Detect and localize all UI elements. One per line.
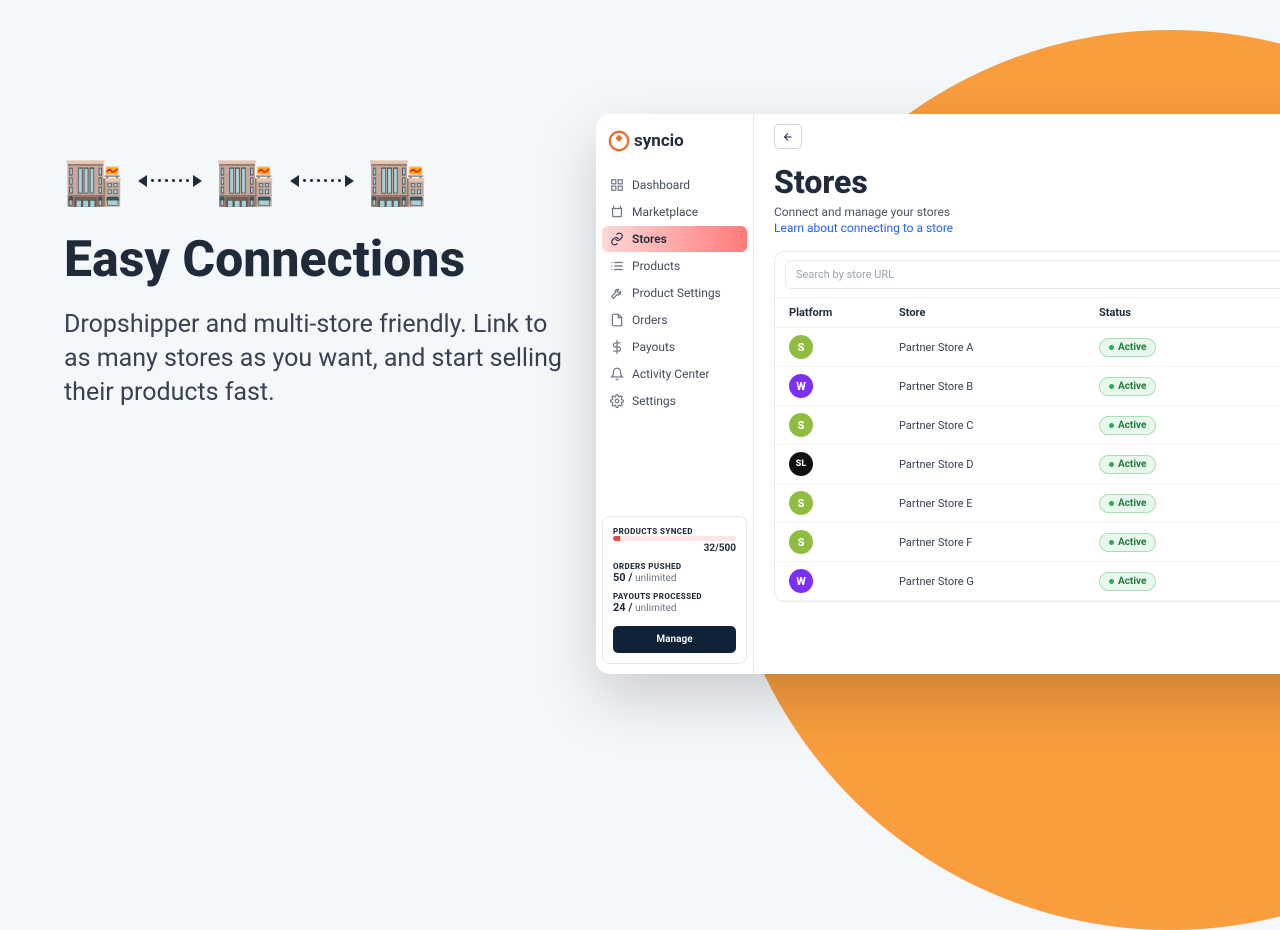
payouts-processed-label: PAYOUTS PROCESSED — [613, 592, 736, 601]
payouts-processed-value: 24 / unlimited — [613, 601, 736, 614]
page-icon — [610, 313, 624, 327]
back-button[interactable] — [774, 124, 802, 149]
sidebar-item-label: Product Settings — [632, 286, 721, 300]
platform-badge: SL — [789, 452, 813, 476]
col-store: Store — [885, 298, 1085, 328]
sidebar-item-payouts[interactable]: Payouts — [602, 334, 747, 360]
status-badge: Active — [1099, 377, 1156, 396]
sidebar-item-label: Stores — [632, 232, 667, 246]
manage-button[interactable]: Manage — [613, 626, 736, 653]
main-content: Stores Connect and manage your stores Le… — [754, 114, 1280, 674]
sidebar-nav: Dashboard Marketplace Stores Products Produc… — [602, 172, 747, 414]
store-icon: 🏬 — [64, 152, 124, 209]
sidebar-item-settings[interactable]: Settings — [602, 388, 747, 414]
page-subtitle: Connect and manage your stores — [774, 205, 1280, 219]
link-icon — [610, 232, 624, 246]
marketing-title: Easy Connections — [64, 233, 574, 288]
store-name: Partner Store C — [885, 406, 1085, 445]
table-row[interactable]: S Partner Store C Active — [775, 406, 1280, 445]
platform-badge: S — [789, 491, 813, 515]
status-badge: Active — [1099, 494, 1156, 513]
triangle-left-icon — [138, 175, 147, 187]
sidebar-item-label: Settings — [632, 394, 676, 408]
platform-badge: W — [789, 374, 813, 398]
table-row[interactable]: S Partner Store E Active — [775, 484, 1280, 523]
orders-pushed-value: 50 / unlimited — [613, 571, 736, 584]
sidebar-item-label: Payouts — [632, 340, 675, 354]
store-name: Partner Store B — [885, 367, 1085, 406]
status-badge: Active — [1099, 533, 1156, 552]
stores-table: PlatformStoreStatusAssign S Partner Store… — [775, 297, 1280, 601]
platform-badge: W — [789, 569, 813, 593]
table-row[interactable]: W Partner Store G Active — [775, 562, 1280, 601]
grid-icon — [610, 178, 624, 192]
products-synced-progress — [613, 536, 736, 541]
store-name: Partner Store D — [885, 445, 1085, 484]
store-emoji-row: 🏬 🏬 🏬 — [64, 152, 574, 209]
status-badge: Active — [1099, 572, 1156, 591]
sidebar-item-label: Marketplace — [632, 205, 698, 219]
store-name: Partner Store A — [885, 328, 1085, 367]
syncio-logo-icon — [608, 130, 630, 152]
sidebar-item-label: Activity Center — [632, 367, 709, 381]
list-icon — [610, 259, 624, 273]
products-synced-value: 32/500 — [613, 543, 736, 554]
bag-icon — [610, 205, 624, 219]
logo-text: syncio — [634, 131, 684, 151]
col-status: Status — [1085, 298, 1264, 328]
col-platform: Platform — [775, 298, 885, 328]
bell-icon — [610, 367, 624, 381]
products-synced-label: PRODUCTS SYNCED — [613, 527, 736, 536]
orders-pushed-label: ORDERS PUSHED — [613, 562, 736, 571]
platform-badge: S — [789, 530, 813, 554]
store-name: Partner Store F — [885, 523, 1085, 562]
connector-dots — [138, 175, 202, 187]
marketing-body: Dropshipper and multi-store friendly. Li… — [64, 308, 574, 410]
marketing-panel: 🏬 🏬 🏬 Easy Connections Dropshipper and m… — [64, 152, 574, 410]
table-row[interactable]: W Partner Store B Active — [775, 367, 1280, 406]
learn-link[interactable]: Learn about connecting to a store — [774, 221, 1280, 235]
table-row[interactable]: S Partner Store A Active — [775, 328, 1280, 367]
connector-dots — [290, 175, 354, 187]
sidebar-item-orders[interactable]: Orders — [602, 307, 747, 333]
platform-badge: S — [789, 413, 813, 437]
search-input[interactable] — [785, 260, 1280, 289]
triangle-right-icon — [345, 175, 354, 187]
sidebar-item-stores[interactable]: Stores — [602, 226, 747, 252]
stores-panel: PlatformStoreStatusAssign S Partner Store… — [774, 251, 1280, 602]
sidebar-item-activity-center[interactable]: Activity Center — [602, 361, 747, 387]
store-name: Partner Store E — [885, 484, 1085, 523]
sidebar-item-label: Products — [632, 259, 680, 273]
col-assign: Assign — [1264, 298, 1280, 328]
logo: syncio — [602, 124, 747, 166]
triangle-left-icon — [290, 175, 299, 187]
wrench-icon — [610, 286, 624, 300]
table-row[interactable]: SL Partner Store D Active — [775, 445, 1280, 484]
store-name: Partner Store G — [885, 562, 1085, 601]
dollar-icon — [610, 340, 624, 354]
status-badge: Active — [1099, 338, 1156, 357]
platform-badge: S — [789, 335, 813, 359]
app-window: syncio Dashboard Marketplace Stores Product… — [596, 114, 1280, 674]
sidebar-item-product-settings[interactable]: Product Settings — [602, 280, 747, 306]
sidebar: syncio Dashboard Marketplace Stores Product… — [596, 114, 754, 674]
triangle-right-icon — [193, 175, 202, 187]
sidebar-item-dashboard[interactable]: Dashboard — [602, 172, 747, 198]
sidebar-item-label: Dashboard — [632, 178, 690, 192]
status-badge: Active — [1099, 455, 1156, 474]
arrow-left-icon — [782, 131, 794, 143]
sidebar-item-products[interactable]: Products — [602, 253, 747, 279]
sidebar-item-marketplace[interactable]: Marketplace — [602, 199, 747, 225]
status-badge: Active — [1099, 416, 1156, 435]
page-title: Stores — [774, 163, 1280, 201]
usage-card: PRODUCTS SYNCED 32/500 ORDERS PUSHED 50 … — [602, 516, 747, 664]
gear-icon — [610, 394, 624, 408]
sidebar-item-label: Orders — [632, 313, 668, 327]
store-icon: 🏬 — [216, 152, 276, 209]
table-row[interactable]: S Partner Store F Active — [775, 523, 1280, 562]
store-icon: 🏬 — [368, 152, 428, 209]
